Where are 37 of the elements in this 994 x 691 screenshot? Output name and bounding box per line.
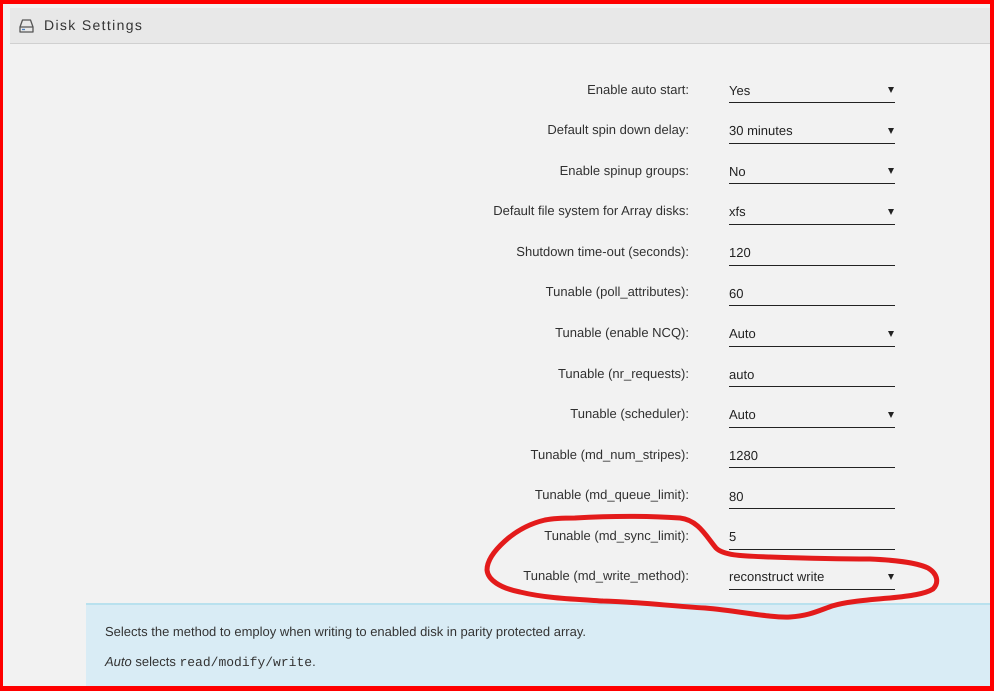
field-label: Tunable (poll_attributes): [546,283,689,302]
help-text: Selects the method to employ when writing to enabled disk in parity protected array. [105,622,588,640]
dropdown[interactable]: Auto [729,320,895,347]
text-field[interactable]: 5 [729,524,895,550]
field-label: Enable auto start: [587,80,689,99]
dropdown[interactable]: Auto [729,402,895,428]
field-label: Tunable (md_write_method): [523,567,689,586]
field-label: Enable spinup groups: [560,162,689,180]
field-label: Tunable (md_queue_limit): [534,486,689,504]
field-label: Tunable (enable NCQ): [555,324,689,342]
dropdown[interactable]: No [729,158,895,184]
field-label: Tunable (md_sync_limit): [544,526,689,545]
drive-icon [19,18,34,32]
dropdown[interactable]: 30 minutes [729,118,895,144]
field-label: Tunable (nr_requests): [558,364,689,383]
dropdown[interactable]: Yes [729,77,895,104]
text-field[interactable]: auto [729,361,895,388]
field-label: Default file system for Array disks: [493,202,689,220]
text-field[interactable]: 80 [729,483,895,510]
caret-icon [888,209,894,216]
field-label: Default spin down delay: [547,121,689,140]
text-field[interactable]: 60 [729,280,895,306]
page-title: Disk Settings [44,16,144,35]
dropdown[interactable]: xfs [729,199,895,226]
dropdown[interactable]: reconstruct write [729,564,895,590]
field-label: Tunable (md_num_stripes): [530,446,689,464]
field-label: Shutdown time-out (seconds): [516,242,689,261]
caret-icon [888,330,894,337]
field-label: Tunable (scheduler): [570,405,689,424]
caret-icon [888,168,894,174]
text-field[interactable]: 1280 [729,442,895,468]
caret-icon [888,412,894,418]
caret-icon [888,87,894,94]
caret-icon [888,128,894,134]
help-text: Auto selects read/modify/write. [105,652,317,671]
caret-icon [888,574,894,580]
text-field[interactable]: 120 [729,240,895,266]
